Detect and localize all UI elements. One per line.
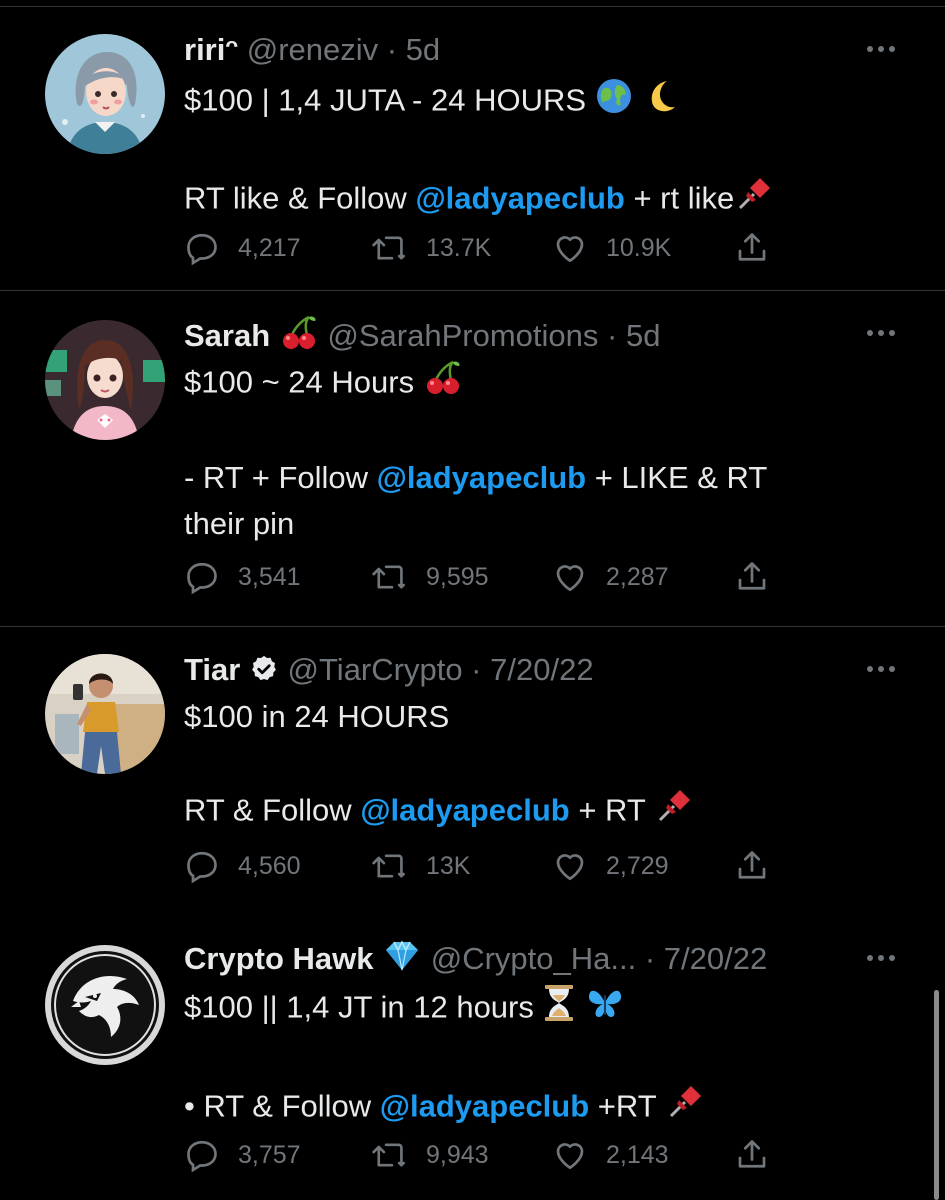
handle[interactable]: @reneziv bbox=[247, 32, 378, 67]
like-button[interactable]: 2,729 bbox=[552, 846, 669, 886]
pushpin-emoji bbox=[665, 1082, 705, 1135]
tweet-header: Sarah @SarahPromotions · 5d bbox=[184, 313, 660, 363]
like-count: 2,143 bbox=[606, 1140, 669, 1169]
mention-link[interactable]: @ladyapeclub bbox=[380, 1089, 589, 1124]
display-name[interactable]: ririᵔ bbox=[184, 32, 238, 67]
tweet[interactable]: Sarah @SarahPromotions · 5d $100 ~ 24 Ho… bbox=[0, 291, 945, 626]
retweet-count: 9,595 bbox=[426, 562, 489, 591]
tweet-text: $100 in 24 HOURS RT & Follow @ladyapeclu… bbox=[184, 694, 884, 839]
share-icon bbox=[738, 562, 766, 590]
more-icon[interactable] bbox=[865, 664, 897, 674]
retweet-button[interactable]: 13K bbox=[370, 846, 470, 886]
tweet-actions: 3,541 9,595 2,287 bbox=[184, 557, 784, 597]
tweet-actions: 4,217 13.7K 10.9K bbox=[184, 228, 784, 268]
handle[interactable]: @Crypto_Ha... bbox=[431, 941, 636, 976]
heart-icon bbox=[556, 854, 584, 881]
tweet-text: $100 ~ 24 Hours - RT + Follow @ladyapecl… bbox=[184, 358, 884, 547]
share-button[interactable] bbox=[734, 846, 788, 886]
display-name[interactable]: Sarah bbox=[184, 318, 279, 353]
heart-icon bbox=[556, 1143, 584, 1170]
like-button[interactable]: 2,143 bbox=[552, 1135, 669, 1175]
avatar[interactable] bbox=[45, 945, 165, 1065]
reply-icon bbox=[187, 851, 217, 884]
tweet-header: Tiar @TiarCrypto · 7/20/22 bbox=[184, 650, 594, 694]
like-count: 10.9K bbox=[606, 233, 672, 262]
retweet-icon bbox=[372, 236, 405, 260]
reply-button[interactable]: 4,560 bbox=[184, 846, 301, 886]
reply-count: 4,217 bbox=[238, 233, 301, 262]
hourglass-emoji bbox=[542, 983, 576, 1036]
tweet-header: Crypto Hawk @Crypto_Ha... · 7/20/22 bbox=[184, 938, 767, 984]
reply-icon bbox=[187, 1140, 217, 1173]
share-button[interactable] bbox=[734, 228, 788, 268]
reply-icon bbox=[187, 233, 217, 266]
share-button[interactable] bbox=[734, 557, 788, 597]
scrollbar[interactable] bbox=[934, 990, 939, 1200]
display-name[interactable]: Tiar bbox=[184, 652, 240, 687]
timestamp[interactable]: 7/20/22 bbox=[490, 652, 593, 687]
tweet-feed: ririᵔ @reneziv · 5d $100 | 1,4 JUTA - 24… bbox=[0, 0, 945, 1200]
gem-emoji bbox=[382, 938, 422, 984]
retweet-count: 13.7K bbox=[426, 233, 492, 262]
retweet-button[interactable]: 9,943 bbox=[370, 1135, 489, 1175]
cherries-emoji bbox=[423, 358, 463, 411]
like-count: 2,729 bbox=[606, 851, 669, 880]
mention-link[interactable]: @ladyapeclub bbox=[360, 793, 569, 828]
avatar[interactable] bbox=[45, 320, 165, 440]
globe-emoji bbox=[595, 77, 633, 128]
share-icon bbox=[738, 1140, 766, 1168]
heart-icon bbox=[556, 236, 584, 263]
more-icon[interactable] bbox=[865, 953, 897, 963]
timestamp[interactable]: 5d bbox=[626, 318, 660, 353]
tweet-actions: 3,757 9,943 2,143 bbox=[184, 1135, 784, 1175]
handle[interactable]: @TiarCrypto bbox=[288, 652, 463, 687]
handle[interactable]: @SarahPromotions bbox=[327, 318, 598, 353]
tweet-text: $100 | 1,4 JUTA - 24 HOURS RT like & Fol… bbox=[184, 77, 884, 227]
reply-icon bbox=[187, 562, 217, 595]
retweet-icon bbox=[372, 1143, 405, 1167]
retweet-icon bbox=[372, 854, 405, 878]
heart-icon bbox=[556, 565, 584, 592]
verified-badge-icon bbox=[249, 654, 279, 694]
retweet-button[interactable]: 13.7K bbox=[370, 228, 491, 268]
mention-link[interactable]: @ladyapeclub bbox=[415, 181, 624, 216]
more-icon[interactable] bbox=[865, 44, 897, 54]
tweet[interactable]: Crypto Hawk @Crypto_Ha... · 7/20/22 $100… bbox=[0, 917, 945, 1200]
avatar[interactable] bbox=[45, 654, 165, 774]
retweet-count: 13K bbox=[426, 851, 471, 880]
more-icon[interactable] bbox=[865, 328, 897, 338]
retweet-icon bbox=[372, 565, 405, 589]
reply-count: 4,560 bbox=[238, 851, 301, 880]
cherries-emoji bbox=[279, 313, 319, 363]
avatar[interactable] bbox=[45, 34, 165, 154]
like-button[interactable]: 10.9K bbox=[552, 228, 671, 268]
reply-button[interactable]: 4,217 bbox=[184, 228, 301, 268]
tweet[interactable]: Tiar @TiarCrypto · 7/20/22 $100 in 24 HO… bbox=[0, 627, 945, 917]
tweet-actions: 4,560 13K 2,729 bbox=[184, 846, 784, 886]
reply-button[interactable]: 3,757 bbox=[184, 1135, 301, 1175]
tweet-text: $100 || 1,4 JT in 12 hours • RT & Follow… bbox=[184, 983, 884, 1135]
display-name[interactable]: Crypto Hawk bbox=[184, 941, 382, 976]
pushpin-emoji bbox=[654, 786, 694, 839]
tweet[interactable]: ririᵔ @reneziv · 5d $100 | 1,4 JUTA - 24… bbox=[0, 0, 945, 290]
share-icon bbox=[738, 851, 766, 879]
retweet-count: 9,943 bbox=[426, 1140, 489, 1169]
tweet-header: ririᵔ @reneziv · 5d bbox=[184, 32, 441, 67]
timestamp[interactable]: 7/20/22 bbox=[664, 941, 767, 976]
mention-link[interactable]: @ladyapeclub bbox=[377, 460, 586, 495]
butterfly-emoji bbox=[585, 983, 625, 1036]
reply-button[interactable]: 3,541 bbox=[184, 557, 301, 597]
timestamp[interactable]: 5d bbox=[406, 32, 440, 67]
reply-count: 3,541 bbox=[238, 562, 301, 591]
retweet-button[interactable]: 9,595 bbox=[370, 557, 489, 597]
pushpin-emoji bbox=[734, 174, 774, 227]
share-button[interactable] bbox=[734, 1135, 788, 1175]
share-icon bbox=[738, 233, 766, 261]
like-button[interactable]: 2,287 bbox=[552, 557, 669, 597]
reply-count: 3,757 bbox=[238, 1140, 301, 1169]
like-count: 2,287 bbox=[606, 562, 669, 591]
moon-emoji bbox=[641, 77, 679, 128]
